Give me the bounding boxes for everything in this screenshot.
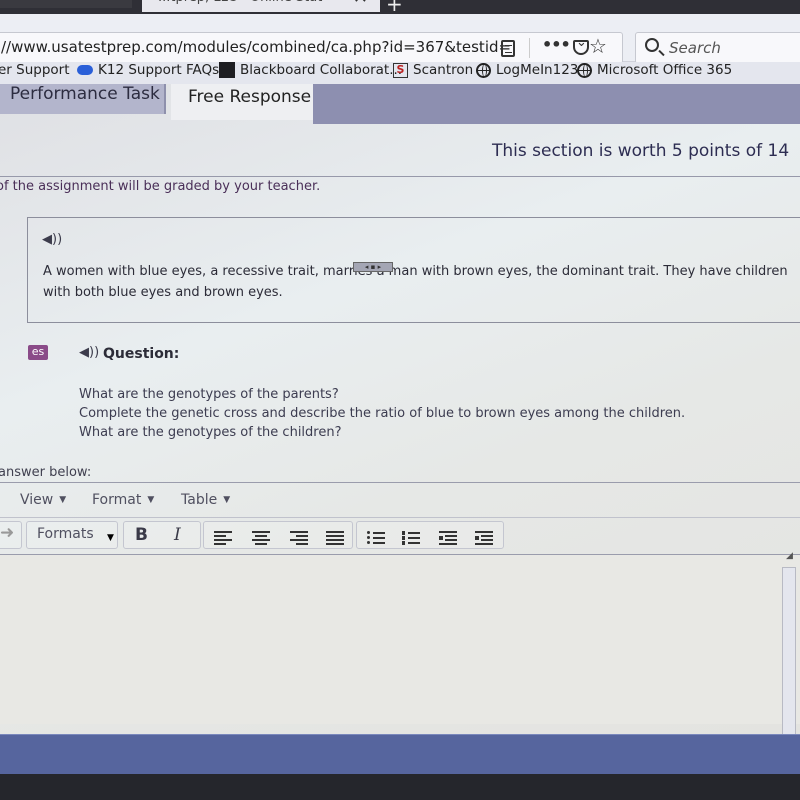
list-group [356, 521, 504, 549]
bookmark-label: K12 Support FAQs [98, 62, 220, 78]
tab-free-response[interactable]: Free Response [171, 84, 313, 120]
tab-title: ...tprep, LLC - Online Stat [158, 0, 348, 5]
cloud-icon [77, 65, 93, 75]
url-bar[interactable]: //www.usatestprep.com/modules/combined/c… [0, 32, 623, 64]
menu-format[interactable]: Format ▼ [92, 492, 154, 508]
url-separator [529, 38, 530, 58]
tab-bar-fill [313, 84, 800, 124]
redo-group: ➜ [0, 521, 22, 549]
page-tabs: Performance Task Free Response [0, 84, 800, 124]
question-text: What are the genotypes of the parents? C… [79, 385, 685, 442]
caret-down-icon: ▼ [107, 533, 114, 543]
scantron-icon: S [393, 62, 408, 78]
page-content: Performance Task Free Response This sect… [0, 84, 800, 737]
globe-icon [577, 62, 592, 78]
question-line: What are the genotypes of the children? [79, 425, 342, 440]
speaker-icon[interactable]: ◀)) [42, 232, 62, 247]
question-label: Question: [103, 346, 180, 362]
divider [0, 176, 800, 177]
blackboard-icon [219, 62, 235, 78]
monitor-bezel [0, 774, 800, 800]
pocket-icon[interactable] [573, 35, 589, 55]
search-icon [645, 38, 659, 52]
more-icon[interactable]: ••• [542, 35, 571, 54]
bookmark-k12-faqs[interactable]: K12 Support FAQs [77, 62, 219, 78]
align-center-icon[interactable] [252, 531, 270, 545]
caret-down-icon: ▼ [147, 495, 155, 505]
menu-table[interactable]: Table ▼ [181, 492, 230, 508]
tab-label: Performance Task [10, 84, 160, 104]
align-group [203, 521, 353, 549]
bookmark-logmein[interactable]: LogMeIn123 [476, 62, 578, 78]
menu-label: Format [92, 492, 142, 508]
editor-menubar: View ▼ Format ▼ Table ▼ [0, 483, 800, 517]
section-worth: This section is worth 5 points of 14 [492, 141, 790, 161]
navigation-bar: //www.usatestprep.com/modules/combined/c… [0, 14, 800, 64]
passage-box: ◀)) A women with blue eyes, a recessive … [27, 217, 800, 323]
numbered-list-icon[interactable] [402, 531, 420, 545]
bookmark-support[interactable]: er Support [0, 62, 70, 78]
page-footer-bar [0, 734, 800, 774]
answer-label: answer below: [0, 465, 92, 480]
bookmark-label: LogMeIn123 [496, 62, 579, 78]
formats-label: Formats [37, 526, 94, 542]
browser-tab-strip: ...tprep, LLC - Online Stat ✕ + [0, 0, 800, 16]
editor-toolbar: ➜ Formats ▼ B I [0, 518, 800, 554]
bold-button[interactable]: B [135, 525, 148, 545]
menu-label: Table [181, 492, 218, 508]
question-line: Complete the genetic cross and describe … [79, 406, 686, 421]
italic-button[interactable]: I [174, 525, 181, 545]
bookmark-label: Microsoft Office 365 [597, 62, 733, 78]
browser-tab-active[interactable]: ...tprep, LLC - Online Stat ✕ [142, 0, 380, 12]
align-right-icon[interactable] [290, 531, 308, 545]
search-bar[interactable]: Search [635, 32, 800, 64]
passage-text: A women with blue eyes, a recessive trai… [43, 264, 788, 300]
redo-icon[interactable]: ➜ [0, 523, 14, 543]
indent-icon[interactable] [475, 531, 493, 545]
tab-performance-task[interactable]: Performance Task [0, 84, 166, 114]
caret-down-icon: ▼ [223, 495, 231, 505]
align-left-icon[interactable] [214, 531, 232, 545]
bookmark-star-icon[interactable]: ☆ [589, 34, 607, 58]
tab-label: Free Response [188, 87, 312, 107]
bookmark-office365[interactable]: Microsoft Office 365 [577, 62, 732, 78]
answer-editor[interactable] [0, 555, 800, 724]
reader-view-icon[interactable] [501, 40, 515, 57]
menu-label: View [20, 492, 54, 508]
screen: ...tprep, LLC - Online Stat ✕ + //www.us… [0, 0, 800, 800]
bookmark-blackboard[interactable]: Blackboard Collaborat... [219, 62, 402, 78]
bookmark-scantron[interactable]: S Scantron [393, 62, 473, 78]
word-scroll-widget[interactable]: ◂ ▪ ▸ [353, 262, 393, 272]
bookmark-label: er Support [0, 62, 70, 78]
caret-down-icon: ▼ [59, 495, 67, 505]
inactive-tab[interactable] [0, 0, 132, 8]
close-tab-icon[interactable]: ✕ [353, 0, 368, 8]
outdent-icon[interactable] [439, 531, 457, 545]
globe-icon [476, 62, 491, 78]
menu-view[interactable]: View ▼ [20, 492, 66, 508]
text-style-group: B I [123, 521, 201, 549]
question-line: What are the genotypes of the parents? [79, 387, 339, 402]
bullet-list-icon[interactable] [367, 531, 385, 545]
formats-dropdown[interactable]: Formats ▼ [26, 521, 118, 549]
bookmark-label: Scantron [413, 62, 474, 78]
bookmarks-bar: er Support K12 Support FAQs Blackboard C… [0, 62, 800, 84]
bookmark-label: Blackboard Collaborat... [240, 62, 403, 78]
spanish-translation-badge[interactable]: es [28, 345, 48, 360]
resize-grip-icon[interactable]: ◢ [786, 551, 793, 561]
search-input[interactable]: Search [669, 39, 721, 57]
graded-note: of the assignment will be graded by your… [0, 179, 321, 194]
url-text[interactable]: //www.usatestprep.com/modules/combined/c… [1, 38, 511, 56]
question-speaker-icon[interactable]: ◀)) [79, 345, 99, 360]
align-justify-icon[interactable] [326, 531, 344, 545]
editor-scrollbar[interactable] [782, 567, 796, 737]
